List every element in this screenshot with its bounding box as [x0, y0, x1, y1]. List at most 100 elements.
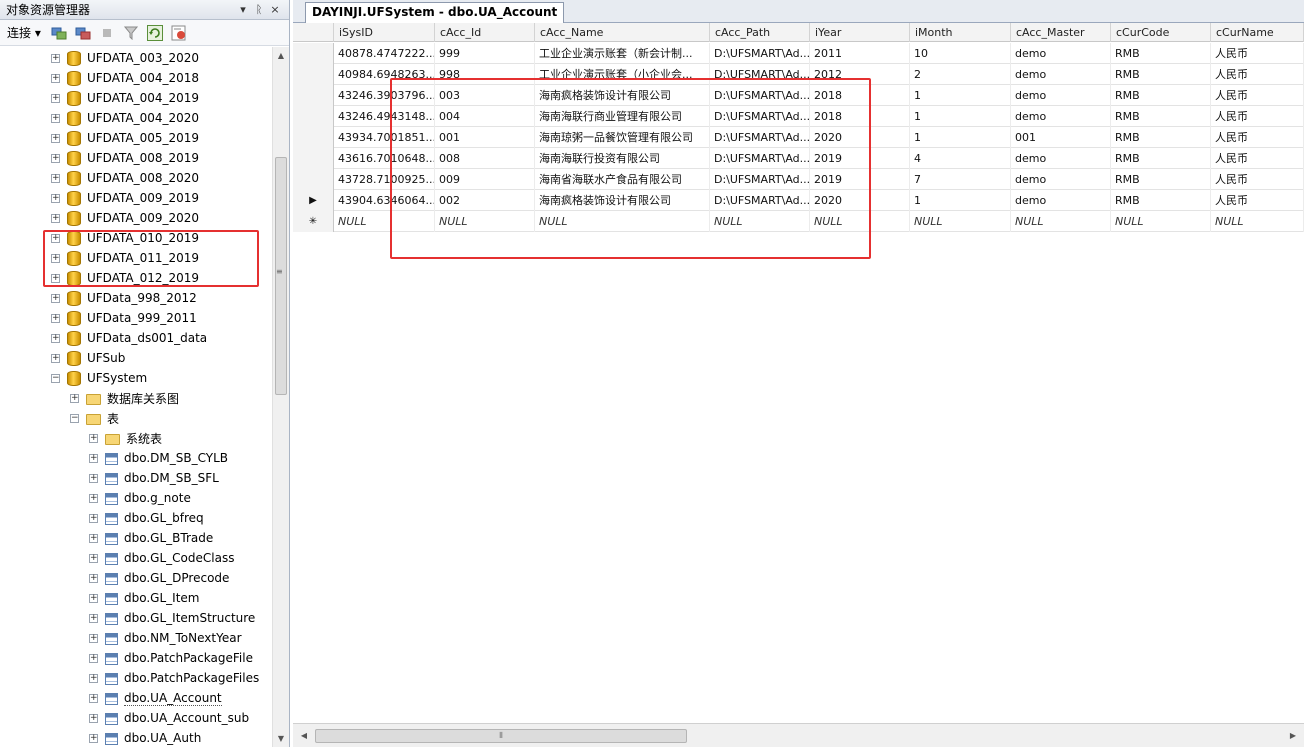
- column-header[interactable]: iSysID: [334, 23, 435, 42]
- grid-cell[interactable]: 43728.7100925...: [334, 169, 435, 190]
- row-selector[interactable]: [293, 85, 334, 106]
- tree-item[interactable]: + dbo.NM_ToNextYear: [89, 628, 242, 648]
- expand-icon[interactable]: +: [89, 613, 98, 623]
- tree-item[interactable]: + UFDATA_004_2019: [51, 88, 199, 108]
- grid-cell[interactable]: NULL: [810, 211, 910, 232]
- expand-icon[interactable]: +: [51, 353, 60, 363]
- row-selector[interactable]: ✳: [293, 211, 334, 232]
- table-row[interactable]: 43246.4943148... 004 海南海联行商业管理有限公司 D:\UFSMA…: [293, 106, 1304, 127]
- expand-icon[interactable]: +: [89, 693, 98, 703]
- tree-item[interactable]: + dbo.g_note: [89, 488, 191, 508]
- expand-icon[interactable]: +: [51, 193, 60, 203]
- scroll-right-icon[interactable]: ▶: [1285, 728, 1301, 744]
- grid-cell[interactable]: RMB: [1111, 64, 1211, 85]
- grid-cell[interactable]: 4: [910, 148, 1011, 169]
- explorer-scrollbar[interactable]: ▲ ≡ ▼: [272, 47, 289, 747]
- grid-cell[interactable]: NULL: [435, 211, 535, 232]
- grid-cell[interactable]: D:\UFSMART\Ad...: [710, 106, 810, 127]
- tree-item[interactable]: + dbo.UA_Account_sub: [89, 708, 249, 728]
- grid-cell[interactable]: 2019: [810, 169, 910, 190]
- refresh-icon[interactable]: [146, 24, 164, 41]
- column-header[interactable]: cCurName: [1211, 23, 1304, 42]
- tree-item[interactable]: + dbo.UA_Account: [89, 688, 222, 708]
- grid-cell[interactable]: 2011: [810, 43, 910, 64]
- expand-icon[interactable]: +: [51, 133, 60, 143]
- disconnect-icon[interactable]: [74, 25, 92, 41]
- grid-cell[interactable]: demo: [1011, 148, 1111, 169]
- tree-item[interactable]: + UFDATA_004_2018: [51, 68, 199, 88]
- grid-cell[interactable]: NULL: [1011, 211, 1111, 232]
- tree-item[interactable]: + dbo.GL_BTrade: [89, 528, 213, 548]
- grid-cell[interactable]: RMB: [1111, 148, 1211, 169]
- tree-item[interactable]: + dbo.GL_ItemStructure: [89, 608, 255, 628]
- grid-cell[interactable]: 43246.4943148...: [334, 106, 435, 127]
- tree-item[interactable]: + dbo.GL_bfreq: [89, 508, 204, 528]
- expand-icon[interactable]: +: [51, 333, 60, 343]
- grid-cell[interactable]: 海南琼粥一品餐饮管理有限公司: [535, 127, 710, 148]
- grid-cell[interactable]: 人民币: [1211, 190, 1304, 211]
- tree-item[interactable]: + UFData_999_2011: [51, 308, 197, 328]
- tree-item[interactable]: + dbo.PatchPackageFiles: [89, 668, 259, 688]
- grid-cell[interactable]: 人民币: [1211, 127, 1304, 148]
- grid-cell[interactable]: 人民币: [1211, 148, 1304, 169]
- tree-item[interactable]: + UFData_998_2012: [51, 288, 197, 308]
- row-selector[interactable]: [293, 43, 334, 64]
- grid-cell[interactable]: demo: [1011, 64, 1111, 85]
- grid-cell[interactable]: 2018: [810, 85, 910, 106]
- grid-cell[interactable]: RMB: [1111, 169, 1211, 190]
- collapse-icon[interactable]: −: [70, 413, 79, 423]
- expand-icon[interactable]: +: [89, 633, 98, 643]
- dropdown-icon[interactable]: ▾: [235, 3, 251, 16]
- expand-icon[interactable]: +: [51, 253, 60, 263]
- expand-icon[interactable]: +: [89, 593, 98, 603]
- grid-cell[interactable]: D:\UFSMART\Ad...: [710, 190, 810, 211]
- connect-button[interactable]: 连接 ▾: [4, 24, 44, 41]
- grid-cell[interactable]: 001: [1011, 127, 1111, 148]
- expand-icon[interactable]: +: [89, 733, 98, 743]
- row-selector[interactable]: [293, 148, 334, 169]
- tree-item[interactable]: + dbo.UA_Auth: [89, 728, 201, 747]
- grid-cell[interactable]: NULL: [1211, 211, 1304, 232]
- table-row[interactable]: 43246.3903796... 003 海南疯格装饰设计有限公司 D:\UFSMAR…: [293, 85, 1304, 106]
- column-header[interactable]: cAcc_Name: [535, 23, 710, 42]
- expand-icon[interactable]: +: [51, 233, 60, 243]
- tree-item[interactable]: + UFData_ds001_data: [51, 328, 207, 348]
- scroll-up-icon[interactable]: ▲: [273, 47, 289, 64]
- column-header[interactable]: cAcc_Path: [710, 23, 810, 42]
- stop-icon[interactable]: [98, 25, 116, 41]
- new-row[interactable]: ✳ NULL NULL NULL NULL NULL NULL NULL NULL NULL: [293, 211, 1304, 232]
- grid-cell[interactable]: 2020: [810, 190, 910, 211]
- tree-item[interactable]: + UFDATA_005_2019: [51, 128, 199, 148]
- expand-icon[interactable]: +: [89, 433, 98, 443]
- filter-icon[interactable]: [122, 25, 140, 41]
- grid-cell[interactable]: D:\UFSMART\Ad...: [710, 43, 810, 64]
- expand-icon[interactable]: +: [89, 493, 98, 503]
- tree-item[interactable]: + dbo.GL_CodeClass: [89, 548, 234, 568]
- tree-item[interactable]: + dbo.GL_DPrecode: [89, 568, 229, 588]
- grid-cell[interactable]: D:\UFSMART\Ad...: [710, 64, 810, 85]
- expand-icon[interactable]: +: [89, 513, 98, 523]
- expand-icon[interactable]: +: [51, 273, 60, 283]
- grid-cell[interactable]: RMB: [1111, 85, 1211, 106]
- grid-cell[interactable]: 009: [435, 169, 535, 190]
- grid-cell[interactable]: 008: [435, 148, 535, 169]
- hscroll-thumb[interactable]: ⦀: [315, 729, 687, 743]
- grid-cell[interactable]: RMB: [1111, 43, 1211, 64]
- grid-cell[interactable]: 2019: [810, 148, 910, 169]
- scrollbar-thumb[interactable]: [275, 157, 287, 395]
- row-selector[interactable]: [293, 106, 334, 127]
- tree-item[interactable]: + dbo.DM_SB_CYLB: [89, 448, 228, 468]
- scroll-down-icon[interactable]: ▼: [273, 730, 289, 747]
- grid-cell[interactable]: D:\UFSMART\Ad...: [710, 169, 810, 190]
- table-row[interactable]: 43934.7001851... 001 海南琼粥一品餐饮管理有限公司 D:\UFSM…: [293, 127, 1304, 148]
- table-row[interactable]: 40878.4747222... 999 工业企业演示账套（新会计制... D:\UF…: [293, 43, 1304, 64]
- tree-item[interactable]: + UFDATA_008_2020: [51, 168, 199, 188]
- grid-cell[interactable]: 人民币: [1211, 85, 1304, 106]
- grid-cell[interactable]: NULL: [334, 211, 435, 232]
- grid-cell[interactable]: 海南疯格装饰设计有限公司: [535, 190, 710, 211]
- tree-item[interactable]: + UFDATA_009_2020: [51, 208, 199, 228]
- table-row[interactable]: ▶ 43904.6346064... 002 海南疯格装饰设计有限公司 D:\UFSMA…: [293, 190, 1304, 211]
- tree-item[interactable]: + 数据库关系图: [70, 388, 179, 408]
- grid-cell[interactable]: 工业企业演示账套（小企业会...: [535, 64, 710, 85]
- grid-cell[interactable]: demo: [1011, 106, 1111, 127]
